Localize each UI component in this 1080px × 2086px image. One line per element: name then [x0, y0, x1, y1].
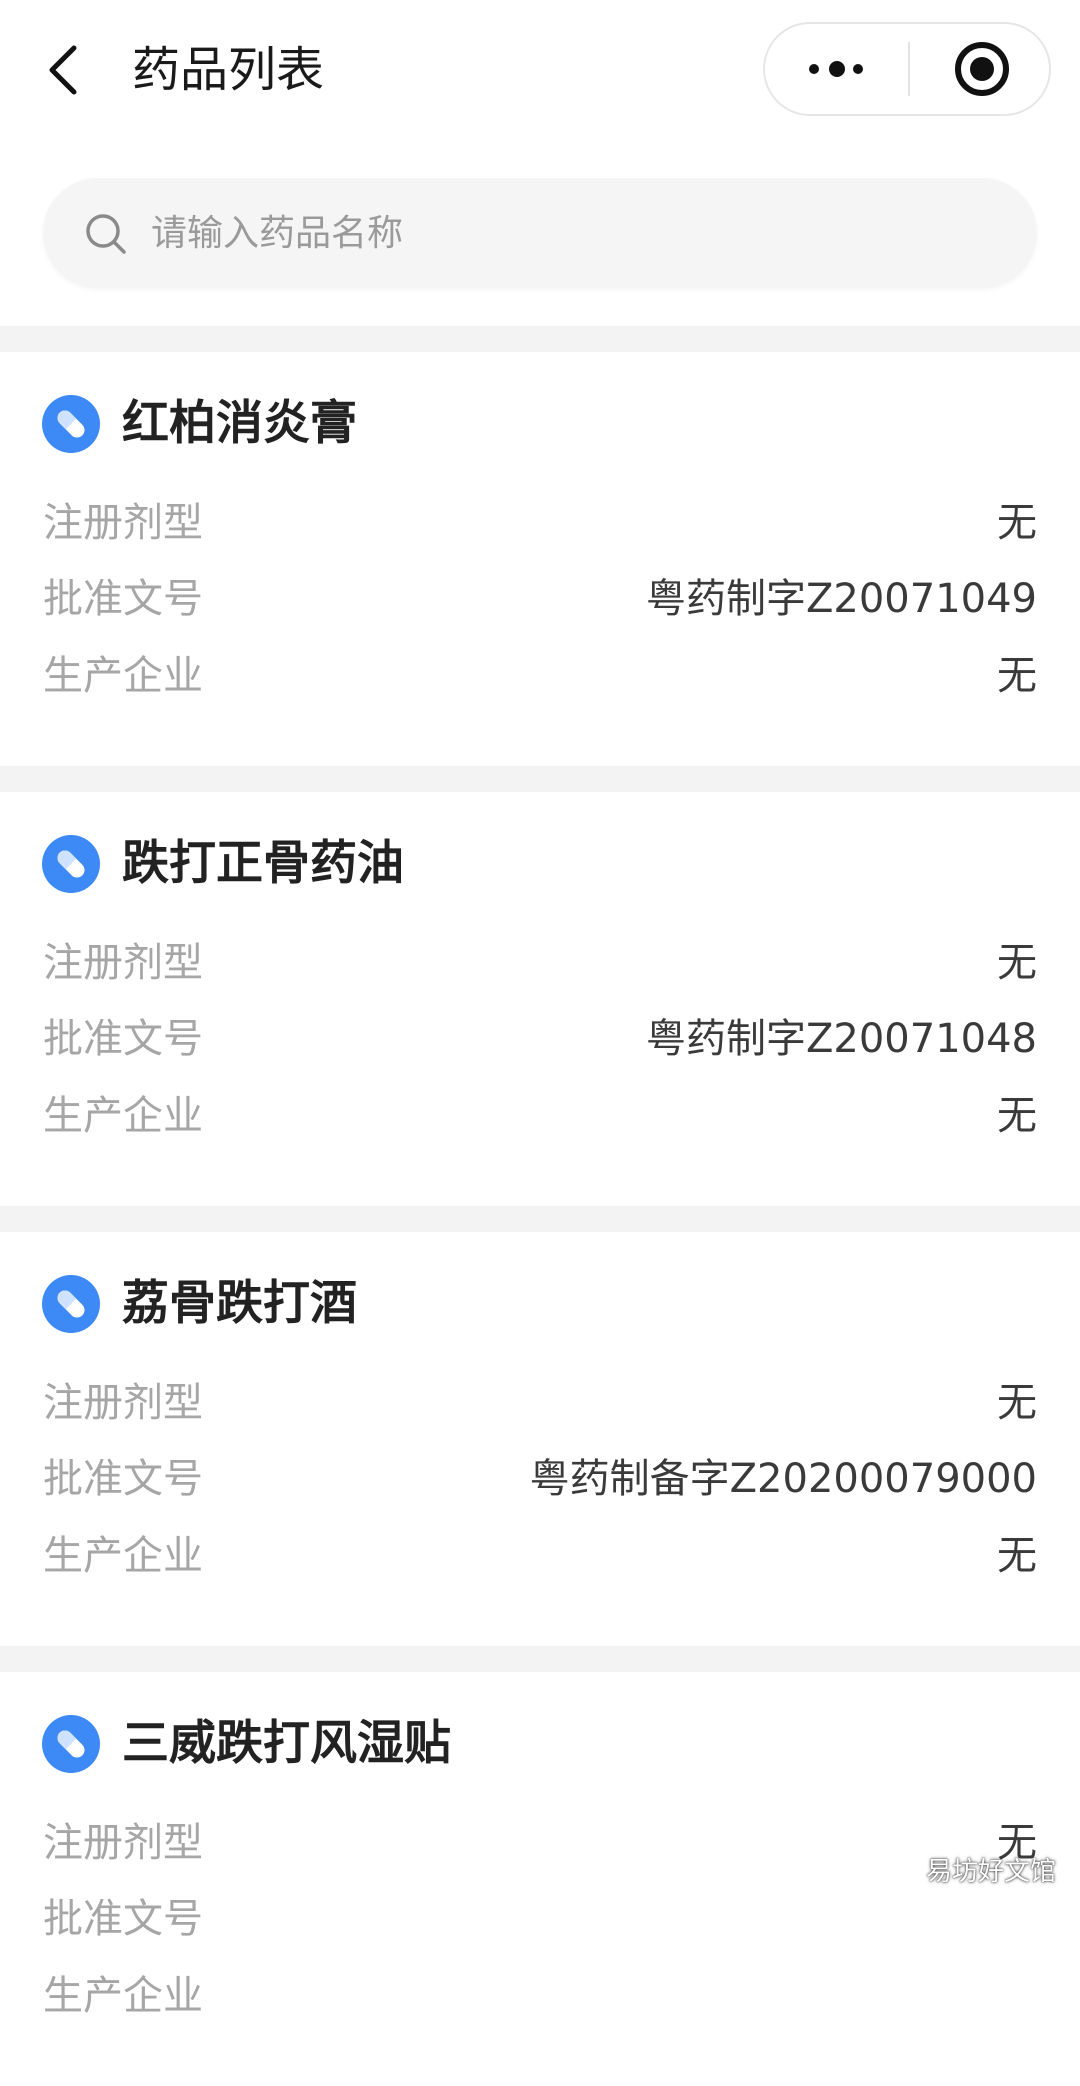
page-title: 药品列表 [132, 42, 325, 98]
field-label: 批准文号 [43, 1896, 203, 1942]
drug-card-header: 跌打正骨药油 [42, 832, 404, 896]
search-icon [86, 214, 126, 254]
drug-list: 红柏消炎膏 注册剂型 无 批准文号 粤药制字Z20071049 生产企业 无 跌… [0, 326, 1080, 2086]
drug-name: 跌打正骨药油 [122, 836, 404, 891]
field-label: 生产企业 [43, 1973, 203, 2019]
field-row-dosage-form: 注册剂型 无 [43, 489, 1037, 549]
field-label: 批准文号 [43, 1456, 203, 1502]
pill-icon [42, 1275, 100, 1333]
field-label: 注册剂型 [43, 1380, 203, 1426]
drug-card[interactable]: 跌打正骨药油 注册剂型 无 批准文号 粤药制字Z20071048 生产企业 无 [0, 792, 1080, 1206]
field-row-approval-number: 批准文号 [43, 1885, 1037, 1945]
mini-program-capsule [763, 22, 1051, 116]
field-row-manufacturer: 生产企业 无 [43, 642, 1037, 702]
close-mini-program-button[interactable] [910, 24, 1051, 114]
search-bar[interactable] [43, 178, 1037, 288]
field-row-approval-number: 批准文号 粤药制字Z20071048 [43, 1005, 1037, 1065]
field-label: 注册剂型 [43, 940, 203, 986]
field-value: 无 [997, 653, 1037, 699]
nav-bar: 药品列表 [0, 0, 1080, 140]
field-label: 批准文号 [43, 576, 203, 622]
field-label: 生产企业 [43, 1093, 203, 1139]
drug-card[interactable]: 荔骨跌打酒 注册剂型 无 批准文号 粤药制备字Z20200079000 生产企业… [0, 1232, 1080, 1646]
drug-name: 荔骨跌打酒 [122, 1276, 357, 1331]
back-button[interactable] [40, 38, 90, 102]
field-row-manufacturer: 生产企业 无 [43, 1522, 1037, 1582]
field-row-approval-number: 批准文号 粤药制字Z20071049 [43, 565, 1037, 625]
field-row-manufacturer: 生产企业 无 [43, 1082, 1037, 1142]
field-row-approval-number: 批准文号 粤药制备字Z20200079000 [43, 1445, 1037, 1505]
field-row-dosage-form: 注册剂型 无 [43, 1369, 1037, 1429]
field-row-dosage-form: 注册剂型 无 [43, 1809, 1037, 1869]
search-input[interactable] [151, 178, 1011, 288]
drug-card[interactable]: 三威跌打风湿贴 注册剂型 无 批准文号 生产企业 [0, 1672, 1080, 2086]
pill-icon [42, 835, 100, 893]
field-label: 生产企业 [43, 1533, 203, 1579]
drug-name: 三威跌打风湿贴 [122, 1716, 451, 1771]
drug-card-header: 荔骨跌打酒 [42, 1272, 357, 1336]
field-value: 无 [997, 1093, 1037, 1139]
field-value: 无 [997, 940, 1037, 986]
pill-icon [42, 1715, 100, 1773]
field-label: 注册剂型 [43, 1820, 203, 1866]
drug-name: 红柏消炎膏 [122, 396, 357, 451]
drug-card[interactable]: 红柏消炎膏 注册剂型 无 批准文号 粤药制字Z20071049 生产企业 无 [0, 352, 1080, 766]
field-value: 无 [997, 1533, 1037, 1579]
chevron-left-icon [49, 45, 77, 95]
field-label: 注册剂型 [43, 500, 203, 546]
watermark-text: 易坊好文馆 [925, 1857, 1056, 1887]
search-area [0, 140, 1080, 326]
field-label: 生产企业 [43, 653, 203, 699]
field-value: 粤药制字Z20071049 [646, 576, 1037, 622]
field-value: 粤药制备字Z20200079000 [529, 1456, 1037, 1502]
field-value: 无 [997, 1380, 1037, 1426]
field-row-manufacturer: 生产企业 [43, 1962, 1037, 2022]
field-label: 批准文号 [43, 1016, 203, 1062]
field-value: 粤药制字Z20071048 [646, 1016, 1037, 1062]
more-button[interactable] [765, 24, 908, 114]
field-value: 无 [997, 500, 1037, 546]
pill-icon [42, 395, 100, 453]
field-row-dosage-form: 注册剂型 无 [43, 929, 1037, 989]
drug-card-header: 红柏消炎膏 [42, 392, 357, 456]
drug-card-header: 三威跌打风湿贴 [42, 1712, 451, 1776]
